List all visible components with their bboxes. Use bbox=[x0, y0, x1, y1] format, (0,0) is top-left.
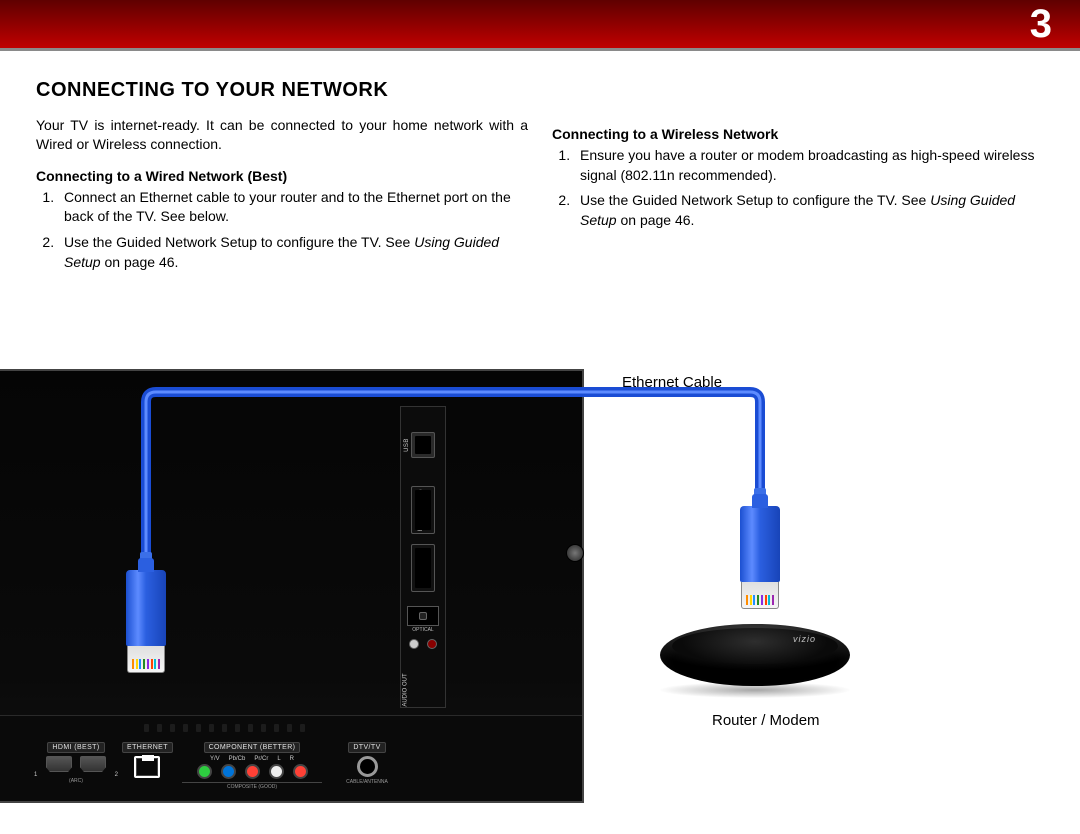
optical-label: OPTICAL bbox=[401, 627, 445, 633]
ethernet-port-icon bbox=[134, 756, 160, 778]
audio-jack-r-icon bbox=[427, 639, 437, 649]
router-logo-icon: vizio bbox=[793, 634, 816, 644]
intro-text: Your TV is internet-ready. It can be con… bbox=[36, 116, 528, 154]
vertical-port-strip: USB HDMI (BEST) OPTICAL AUDIO OUT bbox=[400, 406, 446, 708]
hdmi-2-label: 2 bbox=[115, 772, 118, 778]
router-illustration: vizio bbox=[660, 624, 850, 698]
header-bar: 3 bbox=[0, 0, 1080, 51]
page-title: CONNECTING TO YOUR NETWORK bbox=[36, 79, 1044, 102]
hdmi-arc-label: (ARC) bbox=[28, 778, 124, 784]
ethernet-group: ETHERNET bbox=[122, 736, 172, 786]
hdmi-port-1 bbox=[46, 756, 72, 772]
hdmi-port-4 bbox=[411, 544, 435, 592]
rca-red2-icon bbox=[293, 764, 308, 779]
wireless-step-1: Ensure you have a router or modem broadc… bbox=[574, 146, 1044, 185]
ethernet-plug-tv-icon bbox=[126, 570, 166, 673]
component-label: COMPONENT (BETTER) bbox=[204, 742, 301, 753]
comp-pb-label: Pb/Cb bbox=[229, 756, 246, 762]
hdmi-port-2 bbox=[80, 756, 106, 772]
hdmi-1-label: 1 bbox=[34, 772, 37, 778]
comp-pr-label: Pr/Cr bbox=[254, 756, 268, 762]
wired-step-2: Use the Guided Network Setup to configur… bbox=[58, 233, 528, 272]
ethernet-cable-label: Ethernet Cable bbox=[622, 374, 722, 391]
right-column: Connecting to a Wireless Network Ensure … bbox=[552, 116, 1044, 286]
hdmi-group: HDMI (BEST) 1 2 (ARC) bbox=[28, 736, 124, 786]
audio-out-jacks bbox=[401, 639, 445, 649]
connection-diagram: USB HDMI (BEST) OPTICAL AUDIO OUT HDMI (… bbox=[0, 334, 1080, 834]
wireless-heading: Connecting to a Wireless Network bbox=[552, 126, 1044, 142]
coax-label: CABLE/ANTENNA bbox=[332, 779, 402, 785]
hdmi-port-3: HDMI (BEST) bbox=[411, 486, 435, 534]
audio-jack-l-icon bbox=[409, 639, 419, 649]
comp-l-label: L bbox=[277, 756, 280, 762]
coax-port-icon bbox=[357, 756, 378, 777]
usb-label: USB bbox=[404, 438, 410, 452]
vent-dots-icon bbox=[140, 719, 562, 729]
wired-step-1: Connect an Ethernet cable to your router… bbox=[58, 188, 528, 227]
audio-out-label: AUDIO OUT bbox=[403, 673, 409, 706]
page-content: CONNECTING TO YOUR NETWORK Your TV is in… bbox=[0, 51, 1080, 296]
wireless-steps: Ensure you have a router or modem broadc… bbox=[552, 146, 1044, 230]
comp-r-label: R bbox=[290, 756, 294, 762]
optical-port bbox=[407, 606, 439, 626]
bottom-port-strip: HDMI (BEST) 1 2 (ARC) ETHERNET COMPONENT… bbox=[0, 715, 582, 801]
left-column: Your TV is internet-ready. It can be con… bbox=[36, 116, 528, 286]
wired-heading: Connecting to a Wired Network (Best) bbox=[36, 168, 528, 184]
hdmi-group-label: HDMI (BEST) bbox=[47, 742, 104, 753]
rca-green-icon bbox=[197, 764, 212, 779]
usb-port: USB bbox=[411, 432, 435, 458]
ethernet-plug-router-icon bbox=[740, 506, 780, 609]
dtv-group: DTV/TV CABLE/ANTENNA bbox=[332, 736, 402, 786]
rca-blue-icon bbox=[221, 764, 236, 779]
comp-y-label: Y/V bbox=[210, 756, 220, 762]
wireless-step-2: Use the Guided Network Setup to configur… bbox=[574, 191, 1044, 230]
composite-label: COMPOSITE (GOOD) bbox=[182, 782, 322, 790]
screw-hole-icon bbox=[566, 544, 584, 562]
rca-white-icon bbox=[269, 764, 284, 779]
ethernet-label: ETHERNET bbox=[122, 742, 173, 753]
page-number: 3 bbox=[1030, 2, 1052, 47]
dtv-label: DTV/TV bbox=[348, 742, 385, 753]
tv-back-panel: USB HDMI (BEST) OPTICAL AUDIO OUT HDMI (… bbox=[0, 369, 584, 803]
rca-red1-icon bbox=[245, 764, 260, 779]
component-group: COMPONENT (BETTER) Y/V Pb/Cb Pr/Cr L R C… bbox=[182, 736, 322, 786]
wired-steps: Connect an Ethernet cable to your router… bbox=[36, 188, 528, 272]
router-label: Router / Modem bbox=[712, 712, 820, 729]
